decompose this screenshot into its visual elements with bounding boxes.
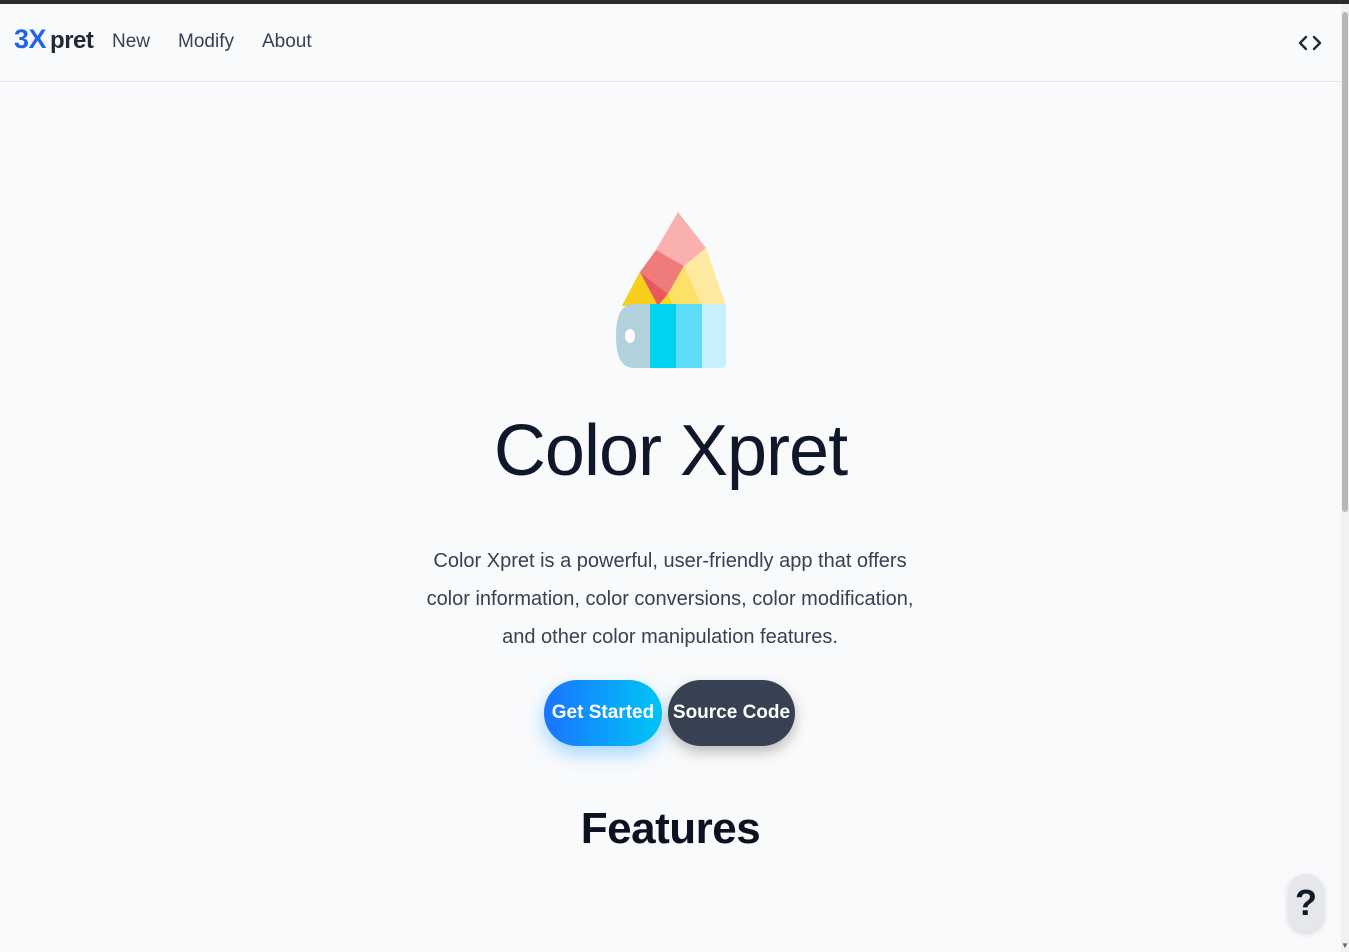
- nav-link-new[interactable]: New: [112, 31, 150, 53]
- nav-link-modify[interactable]: Modify: [178, 31, 234, 53]
- code-brackets-icon[interactable]: [1297, 32, 1323, 54]
- nav-link-about[interactable]: About: [262, 31, 312, 53]
- color-palette-swatch-icon: [616, 212, 726, 368]
- source-code-button[interactable]: Source Code: [668, 680, 795, 746]
- hero-title: Color Xpret: [493, 411, 848, 491]
- scrollbar-thumb[interactable]: [1342, 12, 1348, 512]
- nav-links: New Modify About: [112, 31, 312, 53]
- app-logo[interactable]: 3X pret: [14, 24, 94, 55]
- logo-word: pret: [50, 27, 94, 54]
- page: 3X pret New Modify About Color Xpret Col…: [0, 4, 1341, 952]
- help-button[interactable]: ?: [1288, 874, 1324, 932]
- hero-description: Color Xpret is a powerful, user-friendly…: [426, 550, 914, 648]
- vertical-scrollbar[interactable]: ▼: [1341, 4, 1349, 952]
- logo-mark: 3X: [14, 24, 47, 54]
- get-started-button[interactable]: Get Started: [544, 680, 662, 746]
- scroll-down-arrow-icon[interactable]: ▼: [1341, 942, 1349, 950]
- top-navbar: 3X pret New Modify About: [0, 4, 1341, 82]
- features-heading: Features: [580, 804, 761, 853]
